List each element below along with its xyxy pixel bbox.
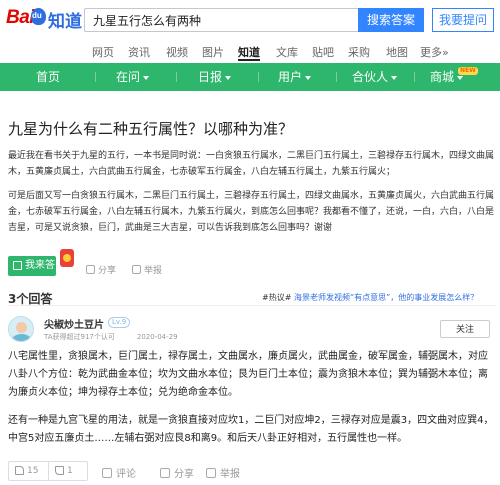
channel-news[interactable]: 资讯: [128, 44, 150, 60]
hot-topic-tag: #热议#: [262, 293, 292, 302]
answer-share-button[interactable]: 分享: [160, 465, 194, 480]
nav-asking[interactable]: 在问: [116, 63, 150, 91]
channel-video[interactable]: 视频: [166, 44, 188, 60]
baidu-paw-icon: [31, 8, 46, 25]
nav-daily-label: 日报: [198, 70, 223, 84]
avatar[interactable]: [8, 316, 34, 342]
nav-divider: [336, 72, 337, 82]
question-paragraph: 可是后面又写一白贪狼五行属木，二黑巨门五行属土，三碧禄存五行属土，四绿文曲属水，…: [8, 191, 495, 233]
hot-topic-link[interactable]: #热议# 海景老师发视频“有点意思”，他的事业发展怎么样？: [262, 292, 478, 303]
like-button[interactable]: 15: [9, 462, 48, 480]
answer-button-label: 我来答: [25, 260, 55, 271]
pencil-icon: [13, 261, 22, 270]
follow-button[interactable]: 关注: [440, 320, 490, 338]
nav-mall-label: 商城: [430, 70, 455, 84]
channel-tieba[interactable]: 贴吧: [312, 44, 334, 60]
chevron-down-icon: [305, 75, 312, 80]
logo-bai-text: Bai: [6, 7, 35, 28]
channel-web[interactable]: 网页: [92, 44, 114, 60]
report-icon: [206, 468, 216, 478]
main-nav-bar: 首页 在问 日报 用户 合伙人 商城 NEW: [0, 63, 500, 91]
nav-divider: [95, 72, 96, 82]
chevron-down-icon: [225, 75, 232, 80]
chevron-down-icon: [143, 75, 150, 80]
baidu-zhidao-logo[interactable]: Bai 知道: [6, 6, 82, 32]
comment-icon: [102, 468, 112, 478]
vote-group: 15 1: [8, 461, 88, 481]
report-label: 举报: [220, 469, 240, 480]
search-input[interactable]: [84, 8, 360, 32]
dislike-count: 1: [67, 466, 73, 476]
nav-users-label: 用户: [278, 70, 303, 84]
ask-question-button[interactable]: 我要提问: [432, 8, 494, 32]
search-answers-button[interactable]: 搜索答案: [358, 8, 424, 32]
nav-daily[interactable]: 日报: [198, 63, 232, 91]
share-icon: [160, 468, 170, 478]
question-share-button[interactable]: 分享: [86, 263, 116, 276]
nav-divider: [258, 72, 259, 82]
comment-label: 评论: [116, 469, 136, 480]
answer-username[interactable]: 尖椒炒土豆片: [44, 316, 104, 331]
like-count: 15: [27, 466, 39, 476]
nav-partner[interactable]: 合伙人: [352, 63, 398, 91]
channel-nav: 网页 资讯 视频 图片 知道 文库 贴吧 采购 地图 更多»: [0, 40, 500, 62]
user-level-badge: Lv.9: [108, 317, 131, 328]
thumbs-down-icon: [55, 466, 64, 475]
share-label: 分享: [174, 469, 194, 480]
user-meta: TA获得超过917个认可 2020-04-29: [44, 332, 178, 342]
channel-wenku[interactable]: 文库: [276, 44, 298, 60]
answer-report-button[interactable]: 举报: [206, 465, 240, 480]
channel-zhidao[interactable]: 知道: [238, 44, 260, 61]
chevron-down-icon: [391, 75, 398, 80]
channel-more[interactable]: 更多»: [420, 44, 449, 60]
new-badge: NEW: [458, 67, 478, 75]
nav-divider: [176, 72, 177, 82]
top-search-bar: Bai 知道 搜索答案 我要提问: [0, 0, 500, 40]
comment-button[interactable]: 评论: [102, 465, 136, 480]
divider: [8, 305, 496, 306]
channel-purchase[interactable]: 采购: [348, 44, 370, 60]
logo-product-text: 知道: [48, 12, 82, 32]
answer-paragraph: 八宅属性里，贪狼属木，巨门属土，禄存属土，文曲属水，廉贞属火，武曲属金，破军属金…: [8, 351, 488, 398]
thumbs-up-icon: [15, 466, 24, 475]
share-label: 分享: [98, 266, 117, 276]
nav-asking-label: 在问: [116, 70, 141, 84]
nav-partner-label: 合伙人: [352, 70, 389, 84]
channel-map[interactable]: 地图: [386, 44, 408, 60]
question-body: 最近我在看书关于九星的五行，一本书是同时说：一白贪狼五行属水，二黑巨门五行属土，…: [8, 148, 496, 244]
dislike-button[interactable]: 1: [48, 462, 87, 480]
chevron-down-icon: [457, 75, 464, 80]
answer-paragraph: 还有一种是九宫飞星的用法，就是一贪狼直接对应坎1，二巨门对应坤2，三禄存对应是震…: [8, 415, 494, 444]
report-label: 举报: [144, 266, 163, 276]
nav-home[interactable]: 首页: [36, 63, 60, 91]
hot-topic-text: 海景老师发视频“有点意思”，他的事业发展怎么样？: [293, 293, 479, 302]
answer-date: 2020-04-29: [136, 333, 178, 341]
red-envelope-icon[interactable]: [60, 249, 74, 267]
user-approvals: TA获得超过917个认可: [44, 333, 115, 341]
nav-users[interactable]: 用户: [278, 63, 312, 91]
question-paragraph: 最近我在看书关于九星的五行，一本书是同时说：一白贪狼五行属水，二黑巨门五行属土，…: [8, 151, 495, 177]
channel-image[interactable]: 图片: [202, 44, 224, 60]
report-icon: [132, 265, 141, 274]
nav-divider: [414, 72, 415, 82]
share-icon: [86, 265, 95, 274]
answer-body: 八宅属性里，贪狼属木，巨门属土，禄存属土，文曲属水，廉贞属火，武曲属金，破军属金…: [8, 348, 496, 448]
question-title: 九星为什么有二种五行属性？以哪种为准？: [8, 120, 294, 138]
answer-question-button[interactable]: 我来答: [8, 256, 56, 276]
question-report-button[interactable]: 举报: [132, 263, 162, 276]
